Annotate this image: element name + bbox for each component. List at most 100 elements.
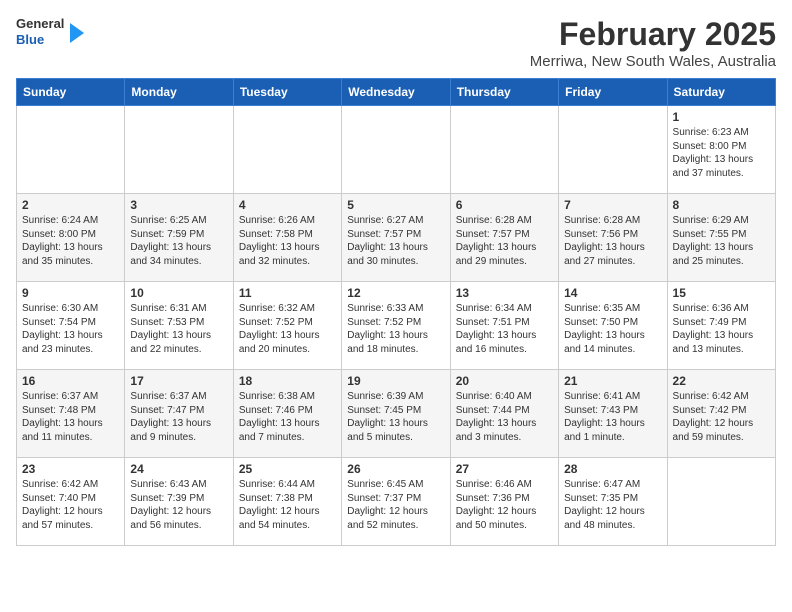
calendar-day-cell: 4 Sunrise: 6:26 AM Sunset: 7:58 PM Daylig… <box>233 194 341 282</box>
day-info: Sunrise: 6:23 AM Sunset: 8:00 PM Dayligh… <box>673 126 770 180</box>
calendar-day-cell: 11 Sunrise: 6:32 AM Sunset: 7:52 PM Dayli… <box>233 282 341 370</box>
day-number: 22 <box>673 374 770 388</box>
day-info: Sunrise: 6:33 AM Sunset: 7:52 PM Dayligh… <box>347 302 444 356</box>
day-info: Sunrise: 6:31 AM Sunset: 7:53 PM Dayligh… <box>130 302 227 356</box>
calendar-day-cell: 8 Sunrise: 6:29 AM Sunset: 7:55 PM Daylig… <box>667 194 775 282</box>
day-number: 28 <box>564 462 661 476</box>
calendar-day-cell: 9 Sunrise: 6:30 AM Sunset: 7:54 PM Daylig… <box>17 282 125 370</box>
calendar-day-cell: 21Sunrise: 6:41 AM Sunset: 7:43 PM Dayli… <box>559 370 667 458</box>
weekday-header-cell: Monday <box>125 79 233 106</box>
calendar-day-cell: 23 Sunrise: 6:42 AM Sunset: 7:40 PM Dayli… <box>17 458 125 546</box>
logo-general: General <box>16 16 64 32</box>
calendar-day-cell: 22 Sunrise: 6:42 AM Sunset: 7:42 PM Dayli… <box>667 370 775 458</box>
calendar-day-cell: 1Sunrise: 6:23 AM Sunset: 8:00 PM Daylig… <box>667 106 775 194</box>
day-info: Sunrise: 6:28 AM Sunset: 7:57 PM Dayligh… <box>456 214 553 268</box>
day-info: Sunrise: 6:44 AM Sunset: 7:38 PM Dayligh… <box>239 478 336 532</box>
calendar-week-row: 9 Sunrise: 6:30 AM Sunset: 7:54 PM Daylig… <box>17 282 776 370</box>
weekday-header-cell: Friday <box>559 79 667 106</box>
day-number: 8 <box>673 198 770 212</box>
day-info: Sunrise: 6:42 AM Sunset: 7:40 PM Dayligh… <box>22 478 119 532</box>
calendar-day-cell: 28Sunrise: 6:47 AM Sunset: 7:35 PM Dayli… <box>559 458 667 546</box>
day-info: Sunrise: 6:30 AM Sunset: 7:54 PM Dayligh… <box>22 302 119 356</box>
calendar-week-row: 16Sunrise: 6:37 AM Sunset: 7:48 PM Dayli… <box>17 370 776 458</box>
day-info: Sunrise: 6:32 AM Sunset: 7:52 PM Dayligh… <box>239 302 336 356</box>
month-title: February 2025 <box>530 16 776 53</box>
day-info: Sunrise: 6:43 AM Sunset: 7:39 PM Dayligh… <box>130 478 227 532</box>
day-number: 27 <box>456 462 553 476</box>
calendar-week-row: 1Sunrise: 6:23 AM Sunset: 8:00 PM Daylig… <box>17 106 776 194</box>
day-info: Sunrise: 6:38 AM Sunset: 7:46 PM Dayligh… <box>239 390 336 444</box>
weekday-header-cell: Sunday <box>17 79 125 106</box>
day-info: Sunrise: 6:25 AM Sunset: 7:59 PM Dayligh… <box>130 214 227 268</box>
calendar-day-cell: 6Sunrise: 6:28 AM Sunset: 7:57 PM Daylig… <box>450 194 558 282</box>
calendar-day-cell: 16Sunrise: 6:37 AM Sunset: 7:48 PM Dayli… <box>17 370 125 458</box>
day-number: 26 <box>347 462 444 476</box>
calendar-day-cell: 7 Sunrise: 6:28 AM Sunset: 7:56 PM Daylig… <box>559 194 667 282</box>
calendar-day-cell: 17 Sunrise: 6:37 AM Sunset: 7:47 PM Dayli… <box>125 370 233 458</box>
calendar-day-cell: 12 Sunrise: 6:33 AM Sunset: 7:52 PM Dayli… <box>342 282 450 370</box>
calendar-day-cell: 18 Sunrise: 6:38 AM Sunset: 7:46 PM Dayli… <box>233 370 341 458</box>
weekday-header-cell: Wednesday <box>342 79 450 106</box>
day-number: 11 <box>239 286 336 300</box>
calendar-day-cell: 3Sunrise: 6:25 AM Sunset: 7:59 PM Daylig… <box>125 194 233 282</box>
calendar-day-cell: 2 Sunrise: 6:24 AM Sunset: 8:00 PM Daylig… <box>17 194 125 282</box>
weekday-header-cell: Saturday <box>667 79 775 106</box>
day-number: 5 <box>347 198 444 212</box>
day-info: Sunrise: 6:27 AM Sunset: 7:57 PM Dayligh… <box>347 214 444 268</box>
calendar-day-cell <box>342 106 450 194</box>
calendar-day-cell: 25 Sunrise: 6:44 AM Sunset: 7:38 PM Dayli… <box>233 458 341 546</box>
day-info: Sunrise: 6:29 AM Sunset: 7:55 PM Dayligh… <box>673 214 770 268</box>
day-number: 18 <box>239 374 336 388</box>
day-number: 4 <box>239 198 336 212</box>
calendar-day-cell <box>667 458 775 546</box>
calendar-day-cell <box>125 106 233 194</box>
calendar-day-cell: 5 Sunrise: 6:27 AM Sunset: 7:57 PM Daylig… <box>342 194 450 282</box>
calendar-day-cell <box>233 106 341 194</box>
calendar-day-cell: 14Sunrise: 6:35 AM Sunset: 7:50 PM Dayli… <box>559 282 667 370</box>
day-info: Sunrise: 6:40 AM Sunset: 7:44 PM Dayligh… <box>456 390 553 444</box>
day-info: Sunrise: 6:46 AM Sunset: 7:36 PM Dayligh… <box>456 478 553 532</box>
day-number: 24 <box>130 462 227 476</box>
day-info: Sunrise: 6:37 AM Sunset: 7:47 PM Dayligh… <box>130 390 227 444</box>
calendar-day-cell: 24 Sunrise: 6:43 AM Sunset: 7:39 PM Dayli… <box>125 458 233 546</box>
calendar-table: SundayMondayTuesdayWednesdayThursdayFrid… <box>16 78 776 546</box>
day-number: 15 <box>673 286 770 300</box>
day-info: Sunrise: 6:39 AM Sunset: 7:45 PM Dayligh… <box>347 390 444 444</box>
title-area: February 2025 Merriwa, New South Wales, … <box>530 16 776 70</box>
day-info: Sunrise: 6:34 AM Sunset: 7:51 PM Dayligh… <box>456 302 553 356</box>
weekday-header-cell: Tuesday <box>233 79 341 106</box>
calendar-week-row: 23 Sunrise: 6:42 AM Sunset: 7:40 PM Dayli… <box>17 458 776 546</box>
day-number: 7 <box>564 198 661 212</box>
day-number: 25 <box>239 462 336 476</box>
day-number: 17 <box>130 374 227 388</box>
calendar-day-cell <box>559 106 667 194</box>
calendar-day-cell: 20 Sunrise: 6:40 AM Sunset: 7:44 PM Dayli… <box>450 370 558 458</box>
day-number: 2 <box>22 198 119 212</box>
calendar-day-cell: 13 Sunrise: 6:34 AM Sunset: 7:51 PM Dayli… <box>450 282 558 370</box>
calendar-day-cell: 27 Sunrise: 6:46 AM Sunset: 7:36 PM Dayli… <box>450 458 558 546</box>
day-info: Sunrise: 6:36 AM Sunset: 7:49 PM Dayligh… <box>673 302 770 356</box>
calendar-day-cell: 26 Sunrise: 6:45 AM Sunset: 7:37 PM Dayli… <box>342 458 450 546</box>
day-info: Sunrise: 6:45 AM Sunset: 7:37 PM Dayligh… <box>347 478 444 532</box>
day-number: 21 <box>564 374 661 388</box>
day-info: Sunrise: 6:28 AM Sunset: 7:56 PM Dayligh… <box>564 214 661 268</box>
day-number: 20 <box>456 374 553 388</box>
day-number: 12 <box>347 286 444 300</box>
day-info: Sunrise: 6:24 AM Sunset: 8:00 PM Dayligh… <box>22 214 119 268</box>
day-info: Sunrise: 6:26 AM Sunset: 7:58 PM Dayligh… <box>239 214 336 268</box>
weekday-header-cell: Thursday <box>450 79 558 106</box>
day-info: Sunrise: 6:42 AM Sunset: 7:42 PM Dayligh… <box>673 390 770 444</box>
day-number: 23 <box>22 462 119 476</box>
day-info: Sunrise: 6:37 AM Sunset: 7:48 PM Dayligh… <box>22 390 119 444</box>
calendar-day-cell: 15 Sunrise: 6:36 AM Sunset: 7:49 PM Dayli… <box>667 282 775 370</box>
day-number: 9 <box>22 286 119 300</box>
weekday-header-row: SundayMondayTuesdayWednesdayThursdayFrid… <box>17 79 776 106</box>
logo-blue: Blue <box>16 32 64 48</box>
day-number: 13 <box>456 286 553 300</box>
day-number: 19 <box>347 374 444 388</box>
calendar-day-cell: 19 Sunrise: 6:39 AM Sunset: 7:45 PM Dayli… <box>342 370 450 458</box>
day-number: 10 <box>130 286 227 300</box>
day-info: Sunrise: 6:35 AM Sunset: 7:50 PM Dayligh… <box>564 302 661 356</box>
logo-arrow-icon <box>70 23 84 43</box>
calendar-day-cell: 10 Sunrise: 6:31 AM Sunset: 7:53 PM Dayli… <box>125 282 233 370</box>
